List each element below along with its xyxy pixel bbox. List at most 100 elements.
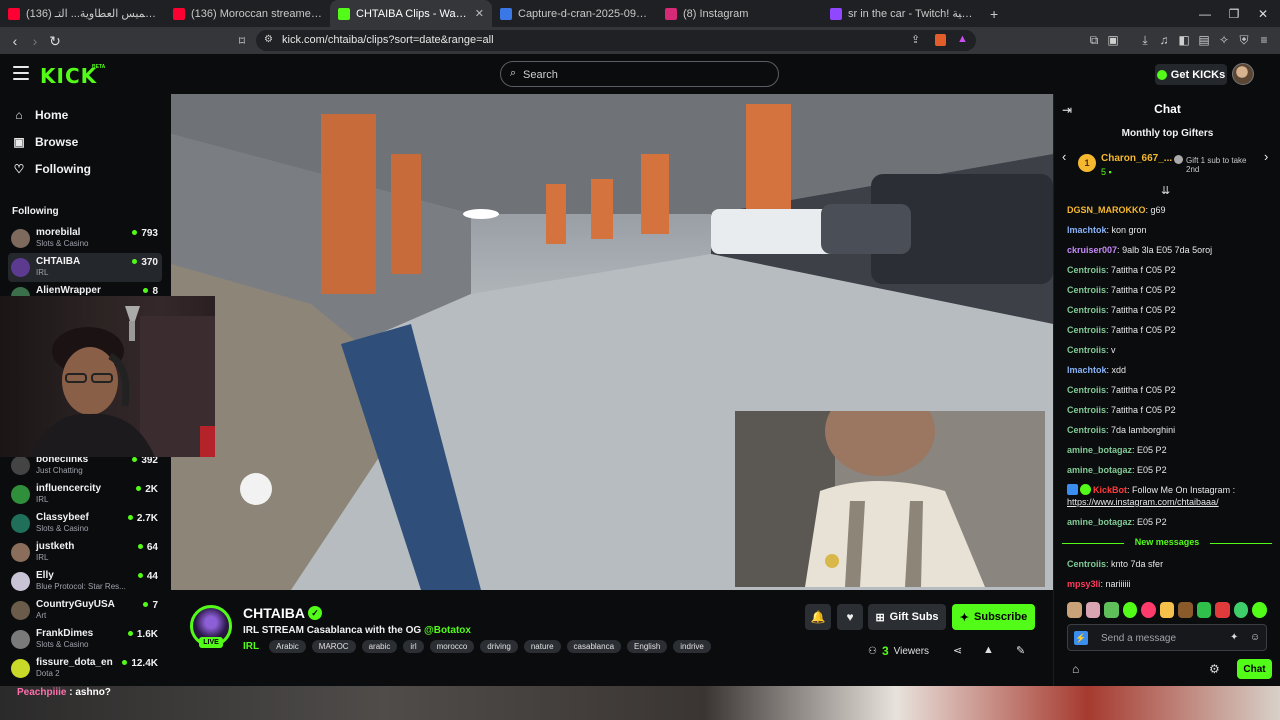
chat-username[interactable]: Centroiis bbox=[1067, 425, 1106, 435]
reload-icon[interactable]: ↻ bbox=[44, 30, 66, 52]
leo-icon[interactable]: ✧ bbox=[1216, 32, 1232, 48]
chat-username[interactable]: DGSN_MAROKKO bbox=[1067, 205, 1146, 215]
browser-tab[interactable]: sr in the car - Twitch! خرجة شهوانية bbox=[822, 0, 982, 27]
chat-username[interactable]: amine_botagaz bbox=[1067, 465, 1132, 475]
translate-icon[interactable]: ✦ bbox=[1230, 632, 1238, 643]
chat-username[interactable]: amine_botagaz bbox=[1067, 445, 1132, 455]
chat-username[interactable]: lmachtok bbox=[1067, 365, 1107, 375]
vpn-icon[interactable]: ⛨ bbox=[1236, 32, 1252, 48]
browser-tab[interactable]: (136) في سوق الخميس العطاوية... التـ bbox=[0, 0, 165, 27]
channel-name[interactable]: CHTAIBA bbox=[243, 605, 305, 621]
channel-item-alienwrapper[interactable]: AlienWrapper 8 bbox=[8, 282, 162, 296]
chat-username[interactable]: KickBot bbox=[1093, 485, 1127, 495]
channel-item-influencercity[interactable]: influencercity IRL 2K bbox=[8, 480, 162, 509]
back-icon[interactable]: ‹ bbox=[4, 30, 26, 52]
url-field[interactable]: ⚙ kick.com/chtaiba/clips?sort=date&range… bbox=[256, 30, 976, 51]
subscribe-button[interactable]: ✦ Subscribe bbox=[952, 604, 1035, 630]
tag[interactable]: casablanca bbox=[566, 640, 622, 653]
chevron-right-icon[interactable]: › bbox=[1264, 149, 1268, 164]
sidebar-item-browse[interactable]: ▣ Browse bbox=[12, 135, 78, 149]
gear-icon[interactable]: ⚙ bbox=[1209, 662, 1220, 676]
emote-icon[interactable] bbox=[1252, 602, 1268, 618]
emote-icon[interactable] bbox=[1067, 602, 1082, 618]
browser-tab[interactable]: (136) Moroccan streamers best mom bbox=[165, 0, 330, 27]
notification-bell-button[interactable]: 🔔 bbox=[805, 604, 831, 630]
chat-username[interactable]: mpsy3li bbox=[1067, 579, 1101, 589]
browser-tab-active[interactable]: CHTAIBA Clips - Watch Live o ✕ bbox=[330, 0, 492, 27]
minimize-icon[interactable]: — bbox=[1190, 0, 1220, 27]
get-kicks-button[interactable]: Get KICKs bbox=[1155, 64, 1227, 85]
user-avatar[interactable] bbox=[1232, 63, 1254, 85]
rewards-icon[interactable]: ▲ bbox=[957, 33, 968, 45]
follow-heart-button[interactable]: ♥ bbox=[837, 604, 863, 630]
share-icon[interactable]: ⇪ bbox=[911, 33, 920, 46]
bolt-icon[interactable]: ⚡ bbox=[1074, 631, 1088, 645]
emote-icon[interactable] bbox=[1085, 602, 1101, 618]
tag[interactable]: arabic bbox=[361, 640, 398, 653]
chat-username[interactable]: Centroiis bbox=[1067, 345, 1106, 355]
menu-icon[interactable]: ≡ bbox=[1256, 32, 1272, 48]
channel-item-justketh[interactable]: justketh IRL 64 bbox=[8, 538, 162, 567]
chat-username[interactable]: Centroiis bbox=[1067, 405, 1106, 415]
mention-link[interactable]: @Botatox bbox=[424, 625, 471, 636]
media-icon[interactable]: ♫ bbox=[1156, 32, 1172, 48]
chat-username[interactable]: amine_botagaz bbox=[1067, 517, 1132, 527]
chat-username[interactable]: lmachtok bbox=[1067, 225, 1107, 235]
tag[interactable]: morocco bbox=[429, 640, 475, 653]
emote-icon[interactable] bbox=[1159, 602, 1175, 618]
browser-tab[interactable]: Capture-d-cran-2025-09-27-232246 bbox=[492, 0, 657, 27]
tag[interactable]: driving bbox=[480, 640, 518, 653]
chat-username[interactable]: Centroiis bbox=[1067, 265, 1106, 275]
channel-item-morebilal[interactable]: morebilal Slots & Casino 793 bbox=[8, 224, 162, 253]
close-window-icon[interactable]: ✕ bbox=[1248, 0, 1278, 27]
hamburger-menu-icon[interactable] bbox=[13, 66, 29, 80]
tag[interactable]: Arabic bbox=[269, 640, 306, 653]
gift-subs-button[interactable]: ⊞ Gift Subs bbox=[868, 604, 946, 630]
chat-username[interactable]: Centroiis bbox=[1067, 305, 1106, 315]
chat-username[interactable]: Centroiis bbox=[1067, 325, 1106, 335]
maximize-icon[interactable]: ❐ bbox=[1219, 0, 1249, 27]
emote-icon[interactable] bbox=[1233, 602, 1249, 618]
channel-item-frankdimes[interactable]: FrankDimes Slots & Casino 1.6K bbox=[8, 625, 162, 654]
store-icon[interactable]: ⌂ bbox=[1072, 662, 1079, 676]
channel-item-fissure-dota-en[interactable]: fissure_dota_en Dota 2 12.4K bbox=[8, 654, 162, 683]
brave-shield-icon[interactable] bbox=[935, 34, 946, 46]
new-tab-button[interactable]: + bbox=[982, 0, 1006, 27]
share-icon[interactable]: ⋖ bbox=[953, 644, 962, 657]
chevron-left-icon[interactable]: ‹ bbox=[1062, 149, 1066, 164]
site-info-icon[interactable]: ⚙ bbox=[264, 34, 273, 45]
bookmark-icon[interactable]: ⌑ bbox=[231, 30, 253, 52]
chat-username[interactable]: Centroiis bbox=[1067, 285, 1106, 295]
sidebar-item-home[interactable]: ⌂ Home bbox=[12, 108, 68, 122]
gift-cta[interactable]: Gift 1 sub to take 2nd bbox=[1174, 155, 1246, 174]
forward-icon[interactable]: › bbox=[24, 30, 46, 52]
screenshot-icon[interactable]: ▣ bbox=[1105, 32, 1121, 48]
tag[interactable]: MAROC bbox=[311, 640, 356, 653]
channel-item-chtaiba[interactable]: CHTAIBA IRL 370 bbox=[8, 253, 162, 282]
tag[interactable]: English bbox=[627, 640, 668, 653]
tag[interactable]: indrive bbox=[673, 640, 711, 653]
emote-icon[interactable] bbox=[1196, 602, 1212, 618]
browser-tab[interactable]: (8) Instagram bbox=[657, 0, 822, 27]
report-icon[interactable]: ▲ bbox=[983, 644, 994, 656]
emoji-icon[interactable]: ☺ bbox=[1250, 632, 1260, 643]
category-link[interactable]: IRL bbox=[243, 641, 259, 652]
emote-icon[interactable] bbox=[1141, 602, 1156, 618]
tag[interactable]: irl bbox=[403, 640, 424, 653]
chat-username[interactable]: Centroiis bbox=[1067, 559, 1106, 569]
gifter-name[interactable]: Charon_667_... bbox=[1101, 153, 1172, 164]
emote-icon[interactable] bbox=[1104, 602, 1119, 618]
send-chat-button[interactable]: Chat bbox=[1237, 659, 1272, 679]
sidebar-item-following[interactable]: ♡ Following bbox=[12, 162, 91, 176]
download-icon[interactable]: ⤓ bbox=[1137, 32, 1153, 48]
emote-icon[interactable] bbox=[1178, 602, 1193, 618]
kick-logo[interactable]: KICK bbox=[40, 64, 97, 88]
channel-item-elly[interactable]: Elly Blue Protocol: Star Res... 44 bbox=[8, 567, 162, 596]
chat-username[interactable]: Centroiis bbox=[1067, 385, 1106, 395]
chat-link[interactable]: https://www.instagram.com/chtaibaaa/ bbox=[1067, 497, 1219, 507]
clip-icon[interactable]: ✎ bbox=[1016, 644, 1025, 657]
emote-icon[interactable] bbox=[1215, 602, 1230, 618]
wallet-icon[interactable]: ▤ bbox=[1196, 32, 1212, 48]
extensions-icon[interactable]: ⧉ bbox=[1086, 32, 1102, 48]
close-tab-icon[interactable]: ✕ bbox=[475, 7, 484, 20]
